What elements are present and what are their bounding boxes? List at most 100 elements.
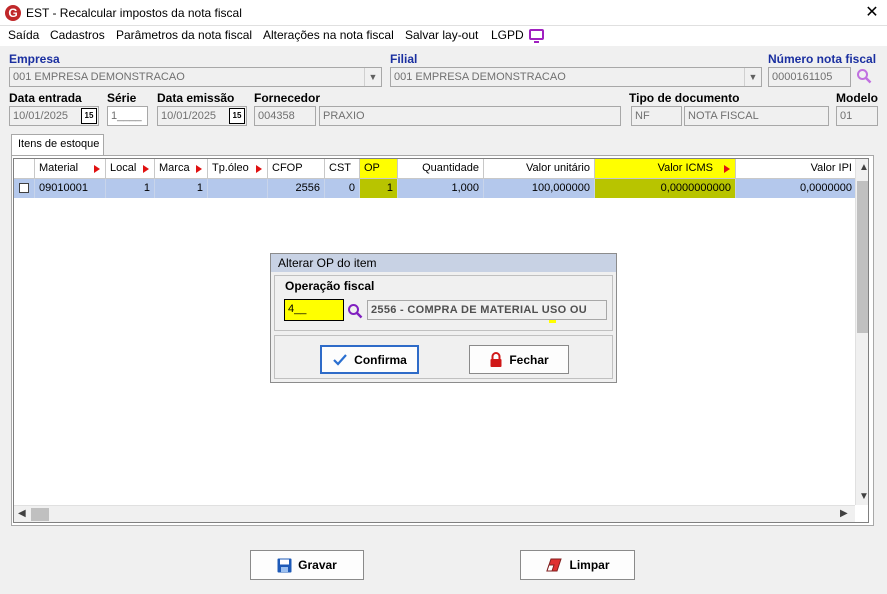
horizontal-scrollbar[interactable]: ◀ ▶ <box>14 505 855 522</box>
calendar-icon[interactable]: 15 <box>81 108 97 124</box>
search-icon[interactable] <box>347 303 363 319</box>
lock-icon <box>490 351 502 367</box>
menu-saida[interactable]: Saída <box>8 28 39 42</box>
data-entrada-field[interactable]: 10/01/2025 15 <box>9 106 99 126</box>
empresa-value: 001 EMPRESA DEMONSTRACAO <box>13 71 185 83</box>
column-header-valor-ipi[interactable]: Valor IPI <box>736 159 857 179</box>
fornecedor-code-field[interactable]: 004358 <box>254 106 316 126</box>
operacao-group: Operação fiscal 4__ 2556 - COMPRA DE MAT… <box>274 275 613 331</box>
column-header-cst[interactable]: CST <box>325 159 360 179</box>
calendar-icon[interactable]: 15 <box>229 108 245 124</box>
data-emissao-label: Data emissão <box>157 91 235 105</box>
grid-header: Material Local Marca Tp.óleo CFOP CST OP… <box>14 159 857 179</box>
row-checkbox[interactable] <box>19 183 29 193</box>
menu-alteracoes[interactable]: Alterações na nota fiscal <box>263 28 394 42</box>
vertical-scroll-thumb[interactable] <box>857 181 868 333</box>
empresa-select[interactable]: 001 EMPRESA DEMONSTRACAO ▼ <box>9 67 382 87</box>
filial-label: Filial <box>390 52 418 66</box>
row-checkbox-cell[interactable] <box>14 179 35 198</box>
serie-label: Série <box>107 91 137 105</box>
cell-cst[interactable]: 0 <box>325 179 360 198</box>
eraser-icon <box>546 558 563 572</box>
close-window-button[interactable]: ✕ <box>862 3 882 23</box>
operacao-fiscal-description: 2556 - COMPRA DE MATERIAL USO OU <box>367 300 607 320</box>
gravar-label: Gravar <box>298 558 337 572</box>
search-icon[interactable] <box>856 68 872 84</box>
cell-cfop[interactable]: 2556 <box>268 179 325 198</box>
data-entrada-value: 10/01/2025 <box>13 110 69 122</box>
fechar-label: Fechar <box>509 352 549 367</box>
alterar-op-dialog: Alterar OP do item Operação fiscal 4__ 2… <box>270 253 617 383</box>
menu-lgpd[interactable]: LGPD <box>491 28 524 42</box>
tipo-documento-name-field: NOTA FISCAL <box>684 106 829 126</box>
limpar-button[interactable]: Limpar <box>520 550 635 580</box>
cell-tp-oleo[interactable] <box>208 179 268 198</box>
menu-cadastros[interactable]: Cadastros <box>50 28 105 42</box>
serie-field[interactable]: 1____ <box>107 106 148 126</box>
cell-local[interactable]: 1 <box>106 179 155 198</box>
empresa-label: Empresa <box>9 52 60 66</box>
column-header-tp-oleo[interactable]: Tp.óleo <box>208 159 268 179</box>
text-cursor-marker <box>549 320 556 323</box>
filial-value: 001 EMPRESA DEMONSTRACAO <box>394 71 566 83</box>
sort-arrow-icon <box>724 165 730 173</box>
column-header-valor-unitario[interactable]: Valor unitário <box>484 159 595 179</box>
menu-salvar-layout[interactable]: Salvar lay-out <box>405 28 478 42</box>
column-header-cfop[interactable]: CFOP <box>268 159 325 179</box>
operacao-fiscal-label: Operação fiscal <box>285 279 375 293</box>
filial-select[interactable]: 001 EMPRESA DEMONSTRACAO ▼ <box>390 67 762 87</box>
cell-valor-icms[interactable]: 0,0000000000 <box>595 179 736 198</box>
checkmark-icon <box>333 353 347 366</box>
data-entrada-label: Data entrada <box>9 91 82 105</box>
scroll-left-icon[interactable]: ◀ <box>18 508 26 519</box>
sort-arrow-icon <box>256 165 262 173</box>
tab-itens-estoque[interactable]: Itens de estoque <box>11 134 104 156</box>
column-header-local[interactable]: Local <box>106 159 155 179</box>
dialog-buttons-group: Confirma Fechar <box>274 335 613 379</box>
operacao-fiscal-input[interactable]: 4__ <box>284 299 344 321</box>
tipo-documento-code-field[interactable]: NF <box>631 106 682 126</box>
cell-op[interactable]: 1 <box>360 179 398 198</box>
chevron-down-icon[interactable]: ▼ <box>364 68 381 86</box>
column-header-valor-icms[interactable]: Valor ICMS <box>595 159 736 179</box>
menu-parametros[interactable]: Parâmetros da nota fiscal <box>116 28 252 42</box>
horizontal-scroll-thumb[interactable] <box>31 508 49 521</box>
confirma-button[interactable]: Confirma <box>320 345 419 374</box>
cell-material[interactable]: 09010001 <box>35 179 106 198</box>
vertical-scrollbar[interactable]: ▲ ▼ <box>855 159 868 505</box>
confirma-label: Confirma <box>354 352 407 367</box>
column-header-marca[interactable]: Marca <box>155 159 208 179</box>
title-bar: G EST - Recalcular impostos da nota fisc… <box>0 0 887 26</box>
scroll-right-icon[interactable]: ▶ <box>840 508 848 519</box>
column-header-op[interactable]: OP <box>360 159 398 179</box>
cell-valor-unitario[interactable]: 100,000000 <box>484 179 595 198</box>
chevron-down-icon[interactable]: ▼ <box>744 68 761 86</box>
cell-valor-ipi[interactable]: 0,0000000 <box>736 179 857 198</box>
fornecedor-name-field: PRAXIO <box>319 106 621 126</box>
fechar-button[interactable]: Fechar <box>469 345 569 374</box>
column-header-select[interactable] <box>14 159 35 179</box>
menu-bar: Saída Cadastros Parâmetros da nota fisca… <box>0 26 887 46</box>
table-row[interactable]: 09010001 1 1 2556 0 1 1,000 100,000000 0… <box>14 179 857 198</box>
sort-arrow-icon <box>196 165 202 173</box>
save-icon <box>277 558 292 572</box>
numero-nota-field[interactable]: 0000161105 <box>768 67 851 87</box>
sort-arrow-icon <box>143 165 149 173</box>
monitor-icon[interactable] <box>529 29 544 43</box>
dialog-title: Alterar OP do item <box>271 254 616 272</box>
modelo-label: Modelo <box>836 91 878 105</box>
data-emissao-field[interactable]: 10/01/2025 15 <box>157 106 247 126</box>
modelo-field[interactable]: 01 <box>836 106 878 126</box>
data-emissao-value: 10/01/2025 <box>161 110 217 122</box>
sort-arrow-icon <box>94 165 100 173</box>
scroll-down-icon[interactable]: ▼ <box>859 491 868 502</box>
gravar-button[interactable]: Gravar <box>250 550 364 580</box>
app-logo-icon: G <box>5 5 21 21</box>
column-header-quantidade[interactable]: Quantidade <box>398 159 484 179</box>
tipo-documento-label: Tipo de documento <box>629 91 740 105</box>
fornecedor-label: Fornecedor <box>254 91 321 105</box>
cell-marca[interactable]: 1 <box>155 179 208 198</box>
column-header-material[interactable]: Material <box>35 159 106 179</box>
cell-quantidade[interactable]: 1,000 <box>398 179 484 198</box>
scroll-up-icon[interactable]: ▲ <box>859 162 868 173</box>
